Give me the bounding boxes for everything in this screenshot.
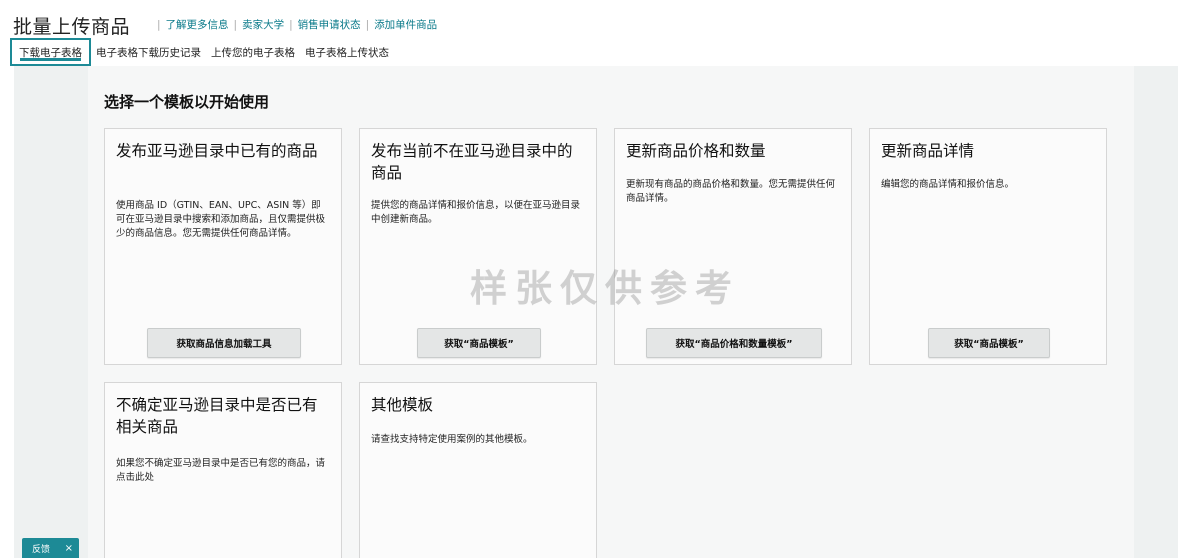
link-separator: | [289, 18, 293, 31]
page-header: 批量上传商品 | 了解更多信息 | 卖家大学 | 销售申请状态 | 添加单件商品… [0, 0, 1192, 66]
card-list-new-products: 发布当前不在亚马逊目录中的商品 提供您的商品详情和报价信息，以便在亚马逊目录中创… [359, 128, 597, 365]
card-title: 发布当前不在亚马逊目录中的商品 [371, 142, 573, 182]
card-description: 编辑您的商品详情和报价信息。 [881, 179, 1015, 190]
seller-university-link[interactable]: 卖家大学 [242, 17, 284, 32]
card-title: 其他模板 [371, 396, 434, 414]
link-separator: | [365, 18, 370, 31]
link-separator: | [233, 18, 238, 31]
card-title: 不确定亚马逊目录中是否已有相关商品 [116, 396, 318, 436]
link-separator: | [157, 18, 161, 31]
card-list-existing-products: 发布亚马逊目录中已有的商品 使用商品 ID（GTIN、EAN、UPC、ASIN … [104, 128, 342, 365]
card-update-price-quantity: 更新商品价格和数量 更新现有商品的商品价格和数量。您无需提供任何商品详情。 获取… [614, 128, 852, 365]
card-description[interactable]: 如果您不确定亚马逊目录中是否已有您的商品，请点击此处 [116, 457, 329, 485]
get-price-quantity-template-button[interactable]: 获取“商品价格和数量模板” [646, 328, 822, 358]
card-update-product-details: 更新商品详情 编辑您的商品详情和报价信息。 获取“商品模板” [869, 128, 1107, 365]
tab-bar: 下载电子表格 电子表格下载历史记录 上传您的电子表格 电子表格上传状态 [10, 38, 394, 66]
get-product-template-button[interactable]: 获取“商品模板” [417, 328, 541, 358]
card-title: 更新商品详情 [881, 142, 975, 160]
get-product-loader-button[interactable]: 获取商品信息加载工具 [147, 328, 301, 358]
card-title: 更新商品价格和数量 [626, 142, 766, 160]
feedback-button[interactable]: 反馈 × [22, 538, 79, 558]
card-description: 使用商品 ID（GTIN、EAN、UPC、ASIN 等）即可在亚马逊目录中搜索和… [116, 200, 326, 239]
feedback-label[interactable]: 反馈 [32, 542, 50, 555]
sales-application-status-link[interactable]: 销售申请状态 [298, 17, 361, 32]
tab-upload-status[interactable]: 电子表格上传状态 [300, 38, 394, 66]
card-description[interactable]: 请查找支持特定使用案例的其他模板。 [371, 433, 584, 447]
learn-more-link[interactable]: 了解更多信息 [166, 17, 229, 32]
card-description: 更新现有商品的商品价格和数量。您无需提供任何商品详情。 [626, 179, 836, 204]
card-other-templates: 其他模板 请查找支持特定使用案例的其他模板。 [359, 382, 597, 558]
header-links: | 了解更多信息 | 卖家大学 | 销售申请状态 | 添加单件商品 [152, 17, 437, 32]
close-icon[interactable]: × [65, 543, 73, 554]
add-single-product-link[interactable]: 添加单件商品 [374, 17, 437, 32]
tab-upload-spreadsheet[interactable]: 上传您的电子表格 [206, 38, 300, 66]
tab-download-history[interactable]: 电子表格下载历史记录 [91, 38, 206, 66]
card-title: 发布亚马逊目录中已有的商品 [116, 142, 318, 160]
tab-download-spreadsheet[interactable]: 下载电子表格 [10, 38, 91, 66]
card-description: 提供您的商品详情和报价信息，以便在亚马逊目录中创建新商品。 [371, 200, 581, 225]
page-title: 批量上传商品 [13, 16, 131, 38]
section-title: 选择一个模板以开始使用 [104, 93, 270, 111]
card-not-sure-existing: 不确定亚马逊目录中是否已有相关商品 如果您不确定亚马逊目录中是否已有您的商品，请… [104, 382, 342, 558]
get-product-template-button[interactable]: 获取“商品模板” [928, 328, 1050, 358]
